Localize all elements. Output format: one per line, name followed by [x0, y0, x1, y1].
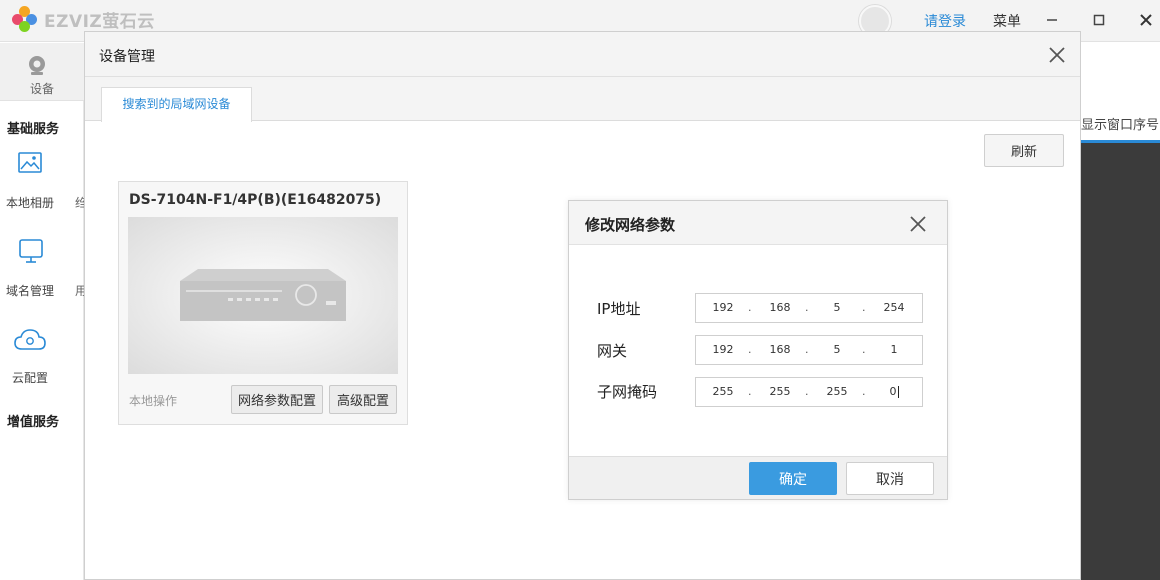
ip-octet[interactable]: 255	[817, 385, 857, 398]
dialog-header: 设备管理	[85, 32, 1080, 77]
login-link[interactable]: 请登录	[924, 11, 966, 31]
device-card: DS-7104N-F1/4P(B)(E16482075) 本地操作 网络参数配置…	[118, 181, 408, 425]
ip-dot: .	[862, 385, 866, 398]
cloud-gear-icon	[14, 329, 46, 350]
network-params-dialog: 修改网络参数 IP地址 192 . 168 . 5 . 254 网关 192 .…	[568, 200, 948, 500]
ip-address-field[interactable]: 192 . 168 . 5 . 254	[695, 293, 923, 323]
nvr-device-icon	[180, 269, 346, 321]
tab-lan-devices[interactable]: 搜索到的局域网设备	[101, 87, 252, 122]
menu-button[interactable]: 菜单	[993, 11, 1021, 31]
network-config-button[interactable]: 网络参数配置	[231, 385, 323, 414]
image-icon	[18, 152, 42, 173]
camera-icon	[29, 56, 45, 75]
show-window-number-label[interactable]: 显示窗口序号	[1081, 114, 1159, 133]
sidebar-item-cloud-config[interactable]: 云配置	[0, 324, 84, 388]
ip-dot: .	[748, 385, 752, 398]
ip-octet[interactable]: 168	[760, 301, 800, 314]
ip-dot: .	[748, 343, 752, 356]
device-image	[128, 217, 398, 374]
ip-dot: .	[748, 301, 752, 314]
ip-dot: .	[805, 343, 809, 356]
ip-octet[interactable]: 255	[760, 385, 800, 398]
app-logo: EZVIZ萤石云	[12, 6, 155, 32]
device-title: DS-7104N-F1/4P(B)(E16482075)	[129, 192, 382, 208]
local-ops-label: 本地操作	[129, 394, 178, 408]
dialog-header: 修改网络参数	[569, 201, 947, 245]
subnet-mask-label: 子网掩码	[597, 383, 658, 401]
sidebar-item-label: 云配置	[12, 371, 49, 385]
close-icon[interactable]	[910, 216, 926, 232]
maximize-icon[interactable]	[1087, 8, 1111, 32]
gateway-label: 网关	[597, 342, 628, 360]
ip-octet[interactable]: 192	[703, 301, 743, 314]
ip-octet[interactable]: 0	[874, 385, 914, 398]
ip-octet[interactable]: 168	[760, 343, 800, 356]
sidebar-item-device[interactable]: 设备	[0, 43, 84, 101]
ok-button[interactable]: 确定	[749, 462, 837, 495]
ip-dot: .	[805, 301, 809, 314]
refresh-button[interactable]: 刷新	[984, 134, 1064, 167]
logo-text: EZVIZ萤石云	[44, 11, 155, 32]
cancel-button[interactable]: 取消	[846, 462, 934, 495]
sidebar: 设备 基础服务 本地相册 绉 域名管理 用 云配置 增值服务	[0, 43, 87, 580]
minimize-icon[interactable]	[1040, 8, 1064, 32]
dialog-title: 设备管理	[99, 49, 155, 65]
ezviz-logo-icon	[12, 6, 38, 32]
tab-bar: 搜索到的局域网设备	[85, 77, 1080, 122]
section-value-services: 增值服务	[7, 415, 60, 430]
ip-address-label: IP地址	[597, 300, 641, 318]
sidebar-item-domain[interactable]: 域名管理 用	[0, 233, 87, 298]
sidebar-item-label: 本地相册	[6, 196, 55, 210]
ip-octet-value: 0	[889, 385, 897, 398]
sidebar-item-local-album[interactable]: 本地相册 绉	[0, 149, 87, 213]
ip-octet[interactable]: 5	[817, 301, 857, 314]
section-basic-services: 基础服务	[7, 122, 60, 137]
monitor-icon	[19, 239, 43, 263]
ip-dot: .	[805, 385, 809, 398]
video-preview-area	[1081, 140, 1160, 580]
right-panel: 显示窗口序号	[1081, 114, 1160, 580]
close-icon[interactable]	[1134, 8, 1158, 32]
dialog-footer: 确定 取消	[569, 456, 947, 499]
sidebar-item-label: 域名管理	[6, 284, 55, 298]
gateway-field[interactable]: 192 . 168 . 5 . 1	[695, 335, 923, 365]
subnet-mask-field[interactable]: 255 . 255 . 255 . 0	[695, 377, 923, 407]
sidebar-device-label: 设备	[29, 82, 54, 96]
text-caret	[897, 386, 899, 398]
dialog-title: 修改网络参数	[585, 216, 676, 234]
close-icon[interactable]	[1049, 47, 1065, 63]
advanced-config-button[interactable]: 高级配置	[329, 385, 397, 414]
ip-octet[interactable]: 1	[874, 343, 914, 356]
ip-octet[interactable]: 255	[703, 385, 743, 398]
ip-dot: .	[862, 343, 866, 356]
ip-octet[interactable]: 192	[703, 343, 743, 356]
ip-octet[interactable]: 5	[817, 343, 857, 356]
ip-dot: .	[862, 301, 866, 314]
ip-octet[interactable]: 254	[874, 301, 914, 314]
